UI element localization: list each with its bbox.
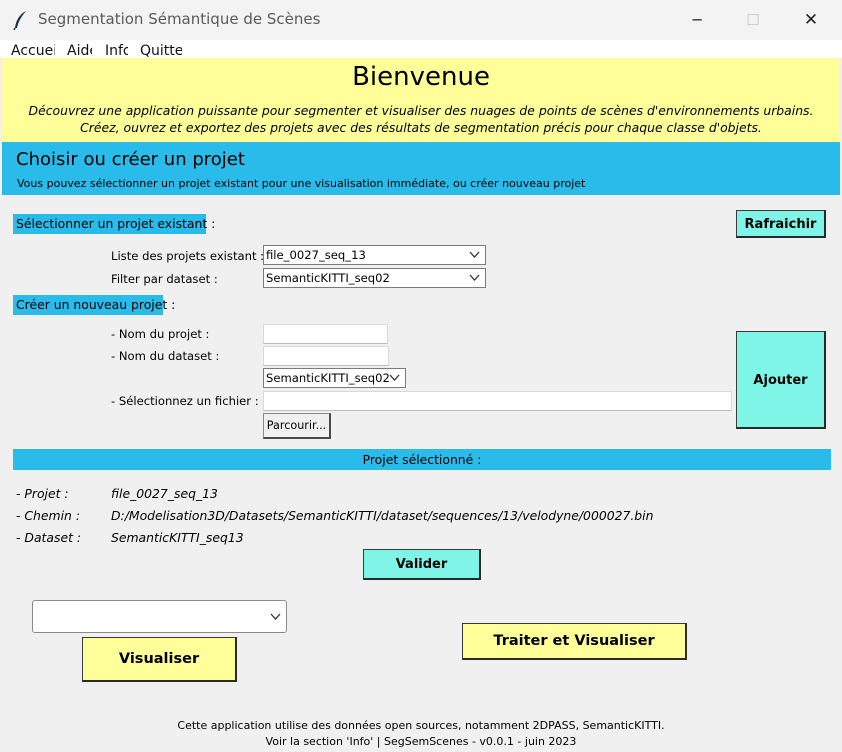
menu-quitter[interactable]: Quitter (140, 43, 182, 58)
browse-button[interactable]: Parcourir... (263, 413, 331, 439)
visualize-select[interactable] (32, 600, 287, 633)
selected-project-label: - Projet : (16, 486, 69, 501)
menu-info[interactable]: Info (105, 43, 128, 58)
process-and-visualize-button[interactable]: Traiter et Visualiser (462, 623, 687, 660)
project-list-label: Liste des projets existant : (111, 249, 265, 263)
project-list-select[interactable]: file_0027_seq_13 (263, 245, 486, 265)
project-list-value: file_0027_seq_13 (266, 248, 366, 262)
refresh-button[interactable]: Rafraichir (736, 210, 826, 238)
welcome-line-2: Créez, ouvrez et exportez des projets av… (80, 120, 762, 135)
chevron-down-icon (389, 374, 400, 381)
menu-accueil[interactable]: Accueil (11, 43, 55, 58)
new-dataset-value: SemanticKITTI_seq02 (266, 371, 390, 385)
selected-project-value: file_0027_seq_13 (111, 486, 218, 501)
project-header: Choisir ou créer un projet Vous pouvez s… (2, 142, 840, 195)
footer-line-2: Voir la section 'Info' | SegSemScenes - … (265, 735, 577, 748)
project-name-label: - Nom du projet : (111, 327, 210, 341)
maximize-button[interactable]: ☐ (724, 0, 782, 40)
validate-button[interactable]: Valider (363, 549, 481, 580)
selected-path-label: - Chemin : (16, 508, 81, 523)
welcome-banner: Bienvenue Découvrez une application puis… (2, 58, 840, 142)
welcome-line-1: Découvrez une application puissante pour… (28, 103, 814, 118)
chevron-down-icon (270, 613, 281, 620)
title-bar: Segmentation Sémantique de Scènes ─ ☐ ✕ (0, 0, 842, 40)
chevron-down-icon (469, 274, 480, 281)
dataset-filter-value: SemanticKITTI_seq02 (266, 271, 390, 285)
menu-aide[interactable]: Aide (67, 43, 92, 58)
window-title: Segmentation Sémantique de Scènes (38, 10, 321, 28)
footer-line-1: Cette application utilise des données op… (177, 719, 665, 732)
project-header-title: Choisir ou créer un projet (16, 149, 245, 170)
welcome-title: Bienvenue (352, 62, 490, 92)
selected-dataset-value: SemanticKITTI_seq13 (111, 530, 244, 545)
project-name-input[interactable] (263, 324, 388, 344)
new-dataset-select[interactable]: SemanticKITTI_seq02 (263, 368, 406, 388)
chevron-down-icon (469, 251, 480, 258)
feather-icon (12, 10, 30, 31)
create-project-section-label: Créer un nouveau projet : (13, 295, 175, 315)
selected-path-value: D:/Modelisation3D/Datasets/SemanticKITTI… (111, 508, 654, 523)
menu-bar: Accueil Aide Info Quitter (0, 40, 842, 58)
dataset-filter-select[interactable]: SemanticKITTI_seq02 (263, 268, 486, 288)
dataset-name-input[interactable] (263, 346, 389, 366)
add-button[interactable]: Ajouter (736, 331, 826, 429)
project-header-subtitle: Vous pouvez sélectionner un projet exist… (17, 177, 586, 190)
selected-dataset-label: - Dataset : (16, 530, 82, 545)
selected-project-bar: Projet sélectionné : (13, 449, 831, 470)
close-button[interactable]: ✕ (782, 0, 840, 40)
existing-project-section-label: Sélectionner un projet existant : (13, 214, 215, 234)
dataset-name-label: - Nom du dataset : (111, 349, 220, 363)
file-select-label: - Sélectionnez un fichier : (111, 394, 259, 408)
dataset-filter-label: Filter par dataset : (111, 272, 218, 286)
minimize-button[interactable]: ─ (668, 0, 726, 40)
visualize-button[interactable]: Visualiser (82, 637, 237, 682)
file-path-input[interactable] (263, 391, 732, 411)
